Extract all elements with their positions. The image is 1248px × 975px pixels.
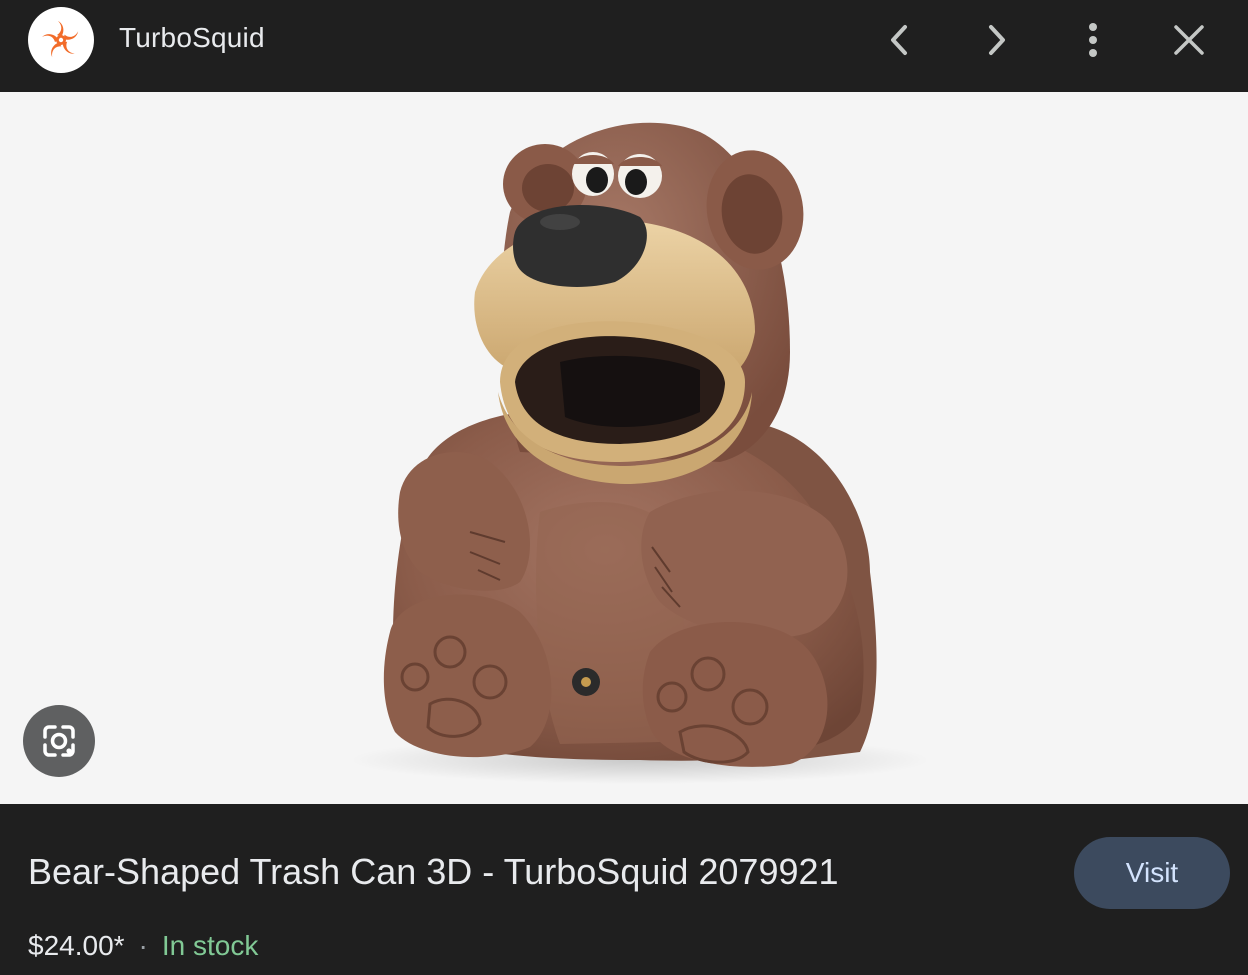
close-button[interactable] <box>1165 16 1213 64</box>
turbosquid-logo-icon <box>42 21 79 58</box>
chevron-right-icon <box>989 25 1005 55</box>
previous-button[interactable] <box>876 16 924 64</box>
visit-button[interactable]: Visit <box>1074 837 1230 909</box>
bear-trash-can-image <box>350 122 930 784</box>
more-options-button[interactable] <box>1069 16 1117 64</box>
product-title[interactable]: Bear-Shaped Trash Can 3D - TurboSquid 20… <box>28 851 839 893</box>
availability-status: In stock <box>161 930 259 961</box>
product-info-panel: Bear-Shaped Trash Can 3D - TurboSquid 20… <box>0 804 1248 975</box>
site-logo[interactable] <box>28 7 94 73</box>
google-lens-button[interactable] <box>23 705 95 777</box>
more-vert-icon <box>1089 23 1097 57</box>
product-meta: $24.00* · In stock <box>28 930 258 962</box>
google-lens-icon <box>43 725 75 757</box>
next-button[interactable] <box>972 16 1020 64</box>
product-price: $24.00* <box>28 930 125 961</box>
site-name[interactable]: TurboSquid <box>119 22 265 54</box>
close-icon <box>1174 25 1204 55</box>
product-image[interactable] <box>0 92 1248 804</box>
chevron-left-icon <box>891 25 907 55</box>
meta-separator: · <box>138 930 148 961</box>
top-bar: TurboSquid <box>0 0 1248 92</box>
